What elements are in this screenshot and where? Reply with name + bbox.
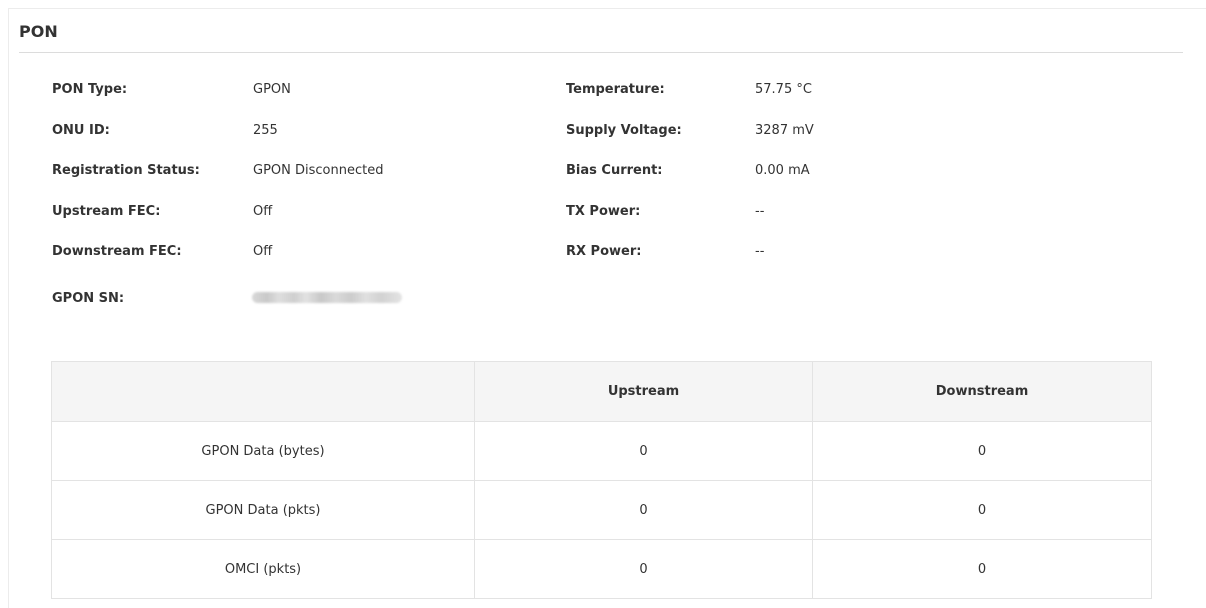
section-title: PON bbox=[19, 22, 58, 41]
row-downstream-value: 0 bbox=[812, 421, 1152, 481]
registration-status-value: GPON Disconnected bbox=[253, 163, 384, 178]
onu-id-label: ONU ID: bbox=[52, 123, 110, 138]
temperature-value: 57.75 °C bbox=[755, 82, 812, 97]
table-row: OMCI (pkts) 0 0 bbox=[51, 539, 1152, 599]
upstream-fec-value: Off bbox=[253, 204, 273, 219]
table-header-empty bbox=[51, 361, 475, 422]
supply-voltage-label: Supply Voltage: bbox=[566, 123, 682, 138]
row-downstream-value: 0 bbox=[812, 539, 1152, 599]
registration-status-label: Registration Status: bbox=[52, 163, 200, 178]
traffic-stats-table: Upstream Downstream GPON Data (bytes) 0 … bbox=[51, 361, 1152, 599]
rx-power-label: RX Power: bbox=[566, 244, 642, 259]
bias-current-label: Bias Current: bbox=[566, 163, 663, 178]
downstream-fec-label: Downstream FEC: bbox=[52, 244, 182, 259]
downstream-fec-value: Off bbox=[253, 244, 273, 259]
table-header-row: Upstream Downstream bbox=[51, 361, 1152, 422]
gpon-sn-label: GPON SN: bbox=[52, 291, 125, 306]
table-row: GPON Data (bytes) 0 0 bbox=[51, 421, 1152, 481]
row-upstream-value: 0 bbox=[474, 539, 813, 599]
table-header-upstream: Upstream bbox=[474, 361, 813, 422]
upstream-fec-label: Upstream FEC: bbox=[52, 204, 161, 219]
title-divider bbox=[19, 52, 1183, 53]
pon-type-label: PON Type: bbox=[52, 82, 128, 97]
gpon-sn-value-masked bbox=[252, 292, 402, 303]
row-label: OMCI (pkts) bbox=[51, 539, 475, 599]
pon-type-value: GPON bbox=[253, 82, 291, 97]
bias-current-value: 0.00 mA bbox=[755, 163, 810, 178]
row-downstream-value: 0 bbox=[812, 480, 1152, 540]
row-label: GPON Data (pkts) bbox=[51, 480, 475, 540]
row-upstream-value: 0 bbox=[474, 480, 813, 540]
rx-power-value: -- bbox=[755, 244, 765, 259]
supply-voltage-value: 3287 mV bbox=[755, 123, 814, 138]
tx-power-value: -- bbox=[755, 204, 765, 219]
row-upstream-value: 0 bbox=[474, 421, 813, 481]
tx-power-label: TX Power: bbox=[566, 204, 641, 219]
onu-id-value: 255 bbox=[253, 123, 278, 138]
table-header-downstream: Downstream bbox=[812, 361, 1152, 422]
temperature-label: Temperature: bbox=[566, 82, 665, 97]
table-row: GPON Data (pkts) 0 0 bbox=[51, 480, 1152, 540]
row-label: GPON Data (bytes) bbox=[51, 421, 475, 481]
